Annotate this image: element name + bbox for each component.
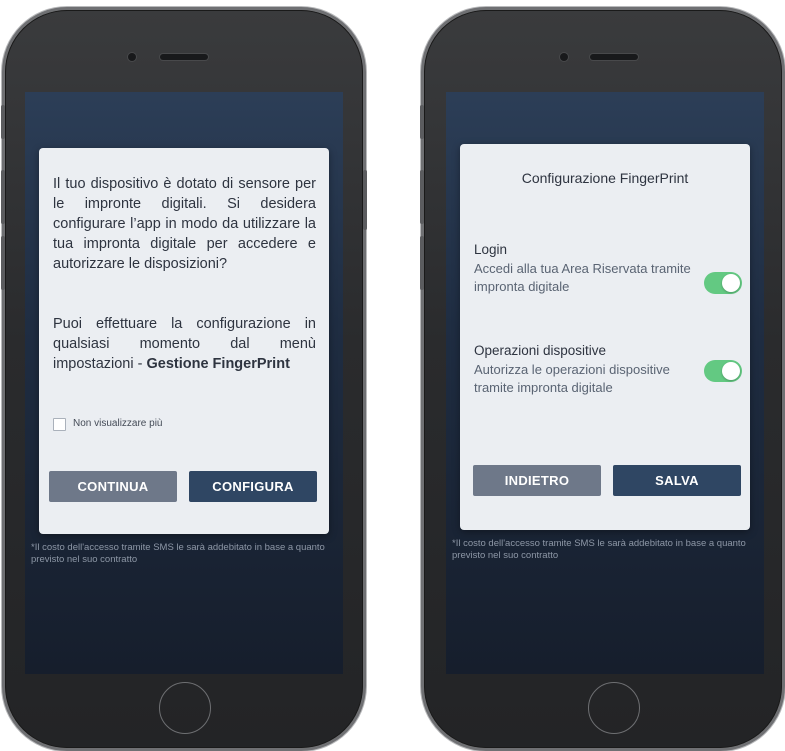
home-button[interactable] — [588, 682, 640, 734]
login-setting-description: Accedi alla tua Area Riservata tramite i… — [474, 261, 691, 294]
dialog-message: Il tuo dispositivo è dotato di sensore p… — [53, 176, 316, 272]
front-camera-icon — [128, 53, 136, 61]
screen-right: Configurazione FingerPrint Login Accedi … — [446, 92, 764, 674]
phone-frame-right: Configurazione FingerPrint Login Accedi … — [420, 10, 782, 748]
sms-cost-footnote: *Il costo dell'accesso tramite SMS le sa… — [31, 542, 325, 565]
dont-show-again-checkbox[interactable] — [53, 418, 66, 431]
volume-up-button — [1, 170, 5, 224]
operations-setting-description: Autorizza le operazioni dispositive tram… — [474, 362, 670, 395]
login-setting-title: Login — [474, 242, 508, 257]
settings-hint-menu-name: Gestione FingerPrint — [146, 356, 290, 372]
power-button — [363, 170, 367, 230]
phone-frame-left: Il tuo dispositivo è dotato di sensore p… — [1, 10, 367, 748]
fingerprint-config-dialog: Configurazione FingerPrint Login Accedi … — [460, 144, 750, 530]
operations-toggle[interactable] — [704, 360, 742, 382]
earpiece-speaker — [590, 54, 638, 60]
home-button[interactable] — [159, 682, 211, 734]
dialog-title: Configurazione FingerPrint — [521, 170, 689, 186]
front-camera-icon — [560, 53, 568, 61]
operations-setting-title: Operazioni dispositive — [474, 343, 607, 358]
sms-cost-footnote: *Il costo dell'accesso tramite SMS le sa… — [452, 538, 746, 561]
dialog-settings-hint: Puoi effettuare la configurazione in qua… — [53, 314, 316, 374]
login-toggle[interactable] — [704, 272, 742, 294]
dont-show-again-label[interactable]: Non visualizzare più — [73, 418, 163, 429]
mute-switch — [1, 105, 5, 139]
volume-up-button — [420, 170, 424, 224]
volume-down-button — [1, 236, 5, 290]
toggle-knob — [722, 274, 740, 292]
continue-button[interactable]: CONTINUA — [49, 471, 177, 502]
screen-left: Il tuo dispositivo è dotato di sensore p… — [25, 92, 343, 674]
back-button[interactable]: INDIETRO — [473, 465, 601, 496]
mute-switch — [420, 105, 424, 139]
save-button[interactable]: SALVA — [613, 465, 741, 496]
configure-button[interactable]: CONFIGURA — [189, 471, 317, 502]
volume-down-button — [420, 236, 424, 290]
fingerprint-prompt-dialog: Il tuo dispositivo è dotato di sensore p… — [39, 148, 329, 534]
toggle-knob — [722, 362, 740, 380]
earpiece-speaker — [160, 54, 208, 60]
